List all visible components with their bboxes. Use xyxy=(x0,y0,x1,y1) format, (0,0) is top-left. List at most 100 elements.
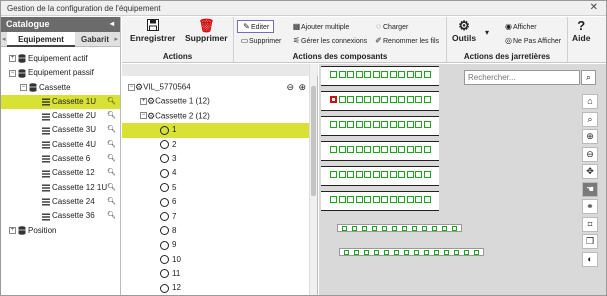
port[interactable] xyxy=(372,196,380,203)
catalogue-item[interactable]: Cassette 24 🔍︎ xyxy=(1,195,120,209)
port[interactable] xyxy=(402,226,407,231)
port[interactable] xyxy=(355,71,363,78)
port[interactable] xyxy=(415,171,422,178)
port[interactable] xyxy=(452,226,457,231)
add-multiple-button[interactable]: ▦Ajouter multiple xyxy=(292,22,350,31)
port[interactable] xyxy=(398,71,405,78)
port[interactable] xyxy=(389,71,397,78)
expand-icon[interactable]: + xyxy=(9,226,16,234)
tab-prev-icon[interactable]: ◂ xyxy=(2,35,6,43)
catalogue-item[interactable]: + Equipement actif xyxy=(1,52,120,66)
port[interactable] xyxy=(404,250,409,255)
port[interactable] xyxy=(342,226,347,231)
port[interactable] xyxy=(354,250,359,255)
search-icon[interactable]: ⌕ xyxy=(581,70,596,85)
collapse-tree-icon[interactable]: − xyxy=(9,69,16,77)
tree-cassette[interactable]: − ⚙ Cassette 2 (12) xyxy=(122,109,310,123)
catalogue-item[interactable]: Cassette 1U 🔍︎ xyxy=(1,94,120,110)
port[interactable] xyxy=(406,196,414,203)
scrollbar-thumb[interactable] xyxy=(311,86,316,196)
port[interactable] xyxy=(406,96,414,103)
cassette-rack[interactable] xyxy=(321,166,439,186)
port[interactable] xyxy=(330,196,337,203)
zoom-out-icon[interactable]: ⊖ xyxy=(582,146,598,162)
equipment-canvas[interactable]: ⌕ ⌂ ⌕ ⊕ ⊖ ✥ ☚ ⚭ ⌗ ❐ ◐ xyxy=(319,64,606,295)
jumper-strip[interactable] xyxy=(339,248,484,256)
catalogue-item[interactable]: − Cassette xyxy=(1,81,120,95)
catalogue-item[interactable]: Cassette 4U 🔍︎ xyxy=(1,138,120,152)
port[interactable] xyxy=(398,96,405,103)
port[interactable] xyxy=(423,146,431,153)
collapse-tree-icon[interactable]: − xyxy=(20,83,27,91)
magnifier-icon[interactable]: 🔍︎ xyxy=(107,209,116,223)
port[interactable] xyxy=(347,121,354,128)
port[interactable] xyxy=(392,226,397,231)
port[interactable] xyxy=(423,121,431,128)
port[interactable] xyxy=(372,96,380,103)
expand-icon[interactable]: + xyxy=(9,55,16,63)
port[interactable] xyxy=(381,146,388,153)
collapse-tree-icon[interactable]: − xyxy=(128,83,135,91)
port[interactable] xyxy=(415,196,422,203)
cassette-rack[interactable] xyxy=(321,116,439,136)
port[interactable] xyxy=(364,171,371,178)
copy-icon[interactable]: ❐ xyxy=(582,234,598,249)
rename-wires-button[interactable]: ✐Renommer les fils xyxy=(374,36,439,45)
search-input[interactable] xyxy=(464,70,580,85)
tree-port[interactable]: 11 xyxy=(122,267,310,281)
port[interactable] xyxy=(330,171,337,178)
port[interactable] xyxy=(364,250,369,255)
tree-port[interactable]: 7 xyxy=(122,210,310,224)
port[interactable] xyxy=(414,250,419,255)
port[interactable] xyxy=(374,250,379,255)
catalogue-item[interactable]: Cassette 3U 🔍︎ xyxy=(1,123,120,137)
tree-port[interactable]: 9 xyxy=(122,238,310,252)
expand-all-icon[interactable]: ⊕ xyxy=(298,80,306,94)
edit-button[interactable]: ✎Editer xyxy=(237,20,275,33)
port[interactable] xyxy=(355,171,363,178)
port[interactable] xyxy=(372,171,380,178)
port[interactable] xyxy=(406,121,414,128)
port[interactable] xyxy=(432,226,437,231)
tree-port[interactable]: 8 xyxy=(122,224,310,238)
port[interactable] xyxy=(382,226,387,231)
magnifier-icon[interactable]: 🔍︎ xyxy=(107,166,116,180)
port[interactable] xyxy=(444,250,449,255)
catalogue-item[interactable]: Cassette 12 🔍︎ xyxy=(1,166,120,180)
port[interactable] xyxy=(338,171,346,178)
collapse-all-icon[interactable]: ⊖ xyxy=(286,80,294,94)
port[interactable] xyxy=(362,226,367,231)
tree-port[interactable]: 6 xyxy=(122,195,310,209)
port[interactable] xyxy=(364,121,371,128)
expand-icon[interactable]: + xyxy=(140,98,147,106)
port[interactable] xyxy=(338,96,346,103)
tree-port[interactable]: 12 xyxy=(122,281,310,295)
port[interactable] xyxy=(347,96,354,103)
port[interactable] xyxy=(423,196,431,203)
zoom-in-icon[interactable]: ⊕ xyxy=(582,129,598,144)
link-icon[interactable]: ⚭ xyxy=(582,199,598,214)
port[interactable] xyxy=(381,196,388,203)
port[interactable] xyxy=(355,121,363,128)
cassette-rack[interactable] xyxy=(321,91,439,111)
port[interactable] xyxy=(355,196,363,203)
port[interactable] xyxy=(384,250,389,255)
close-icon[interactable]: ✕ xyxy=(590,2,598,13)
cassette-rack[interactable] xyxy=(321,191,439,211)
port[interactable] xyxy=(412,226,417,231)
zoom-search-icon[interactable]: ⌕ xyxy=(582,111,598,127)
save-button[interactable]: Enregistrer xyxy=(130,19,175,43)
port[interactable] xyxy=(355,96,363,103)
magnifier-icon[interactable]: 🔍︎ xyxy=(107,109,116,123)
tree-port[interactable]: 10 xyxy=(122,253,310,267)
hide-button[interactable]: ◎Ne Pas Afficher xyxy=(504,36,561,45)
port[interactable] xyxy=(330,146,337,153)
port[interactable] xyxy=(415,121,422,128)
port[interactable] xyxy=(389,121,397,128)
port[interactable] xyxy=(355,146,363,153)
show-button[interactable]: ◉Afficher xyxy=(504,22,537,31)
port[interactable] xyxy=(347,146,354,153)
tab-next-icon[interactable]: ▸ xyxy=(114,35,118,43)
port[interactable] xyxy=(338,71,346,78)
home-icon[interactable]: ⌂ xyxy=(582,94,598,109)
